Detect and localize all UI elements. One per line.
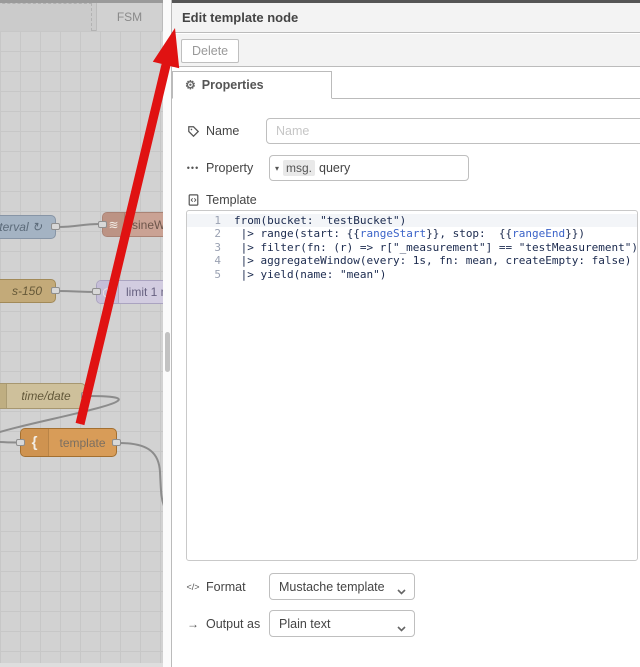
code-line-4[interactable]: 4 |> aggregateWindow(every: 1s, fn: mean… bbox=[187, 254, 637, 267]
line-number: 2 bbox=[214, 227, 221, 241]
tray-tab-row: ⚙ Properties bbox=[172, 67, 640, 99]
node-edit-form: Name Name ••• Property ▾ msg. query Temp… bbox=[172, 99, 640, 667]
flow-node-sinewave[interactable]: ≋sineWave bbox=[98, 212, 163, 237]
tray-toolbar: Delete bbox=[172, 34, 640, 67]
flow-tab-partial[interactable] bbox=[0, 3, 92, 31]
tag-icon bbox=[186, 125, 200, 137]
code-text: |> yield(name: "mean") bbox=[234, 267, 387, 281]
time-date-node-icon: f bbox=[0, 384, 7, 408]
output-as-select[interactable]: Plain text bbox=[269, 610, 415, 637]
sinewave-input-port[interactable] bbox=[98, 220, 107, 228]
limit-input-port[interactable] bbox=[92, 288, 101, 295]
workspace-bottom-edge bbox=[0, 663, 163, 667]
line-number: 4 bbox=[214, 254, 221, 268]
limit-node-label: limit 1 ms bbox=[126, 285, 163, 299]
file-code-icon bbox=[186, 194, 200, 206]
tray-title: Edit template node bbox=[182, 10, 299, 25]
code-line-3[interactable]: 3 |> filter(fn: (r) => r["_measurement"]… bbox=[187, 241, 637, 254]
ellipsis-icon: ••• bbox=[186, 163, 200, 173]
time-date-output-port[interactable] bbox=[81, 392, 90, 399]
name-row: Name bbox=[186, 118, 239, 144]
template-node-icon: { bbox=[21, 429, 49, 456]
s-150-output-port[interactable] bbox=[51, 287, 60, 294]
property-typed-input[interactable]: ▾ msg. query bbox=[269, 155, 469, 181]
workspace-grid bbox=[0, 31, 163, 663]
template-output-port[interactable] bbox=[112, 438, 121, 446]
line-number: 5 bbox=[214, 267, 221, 281]
template-label: Template bbox=[206, 193, 257, 207]
code-line-1[interactable]: 1 from(bucket: "testBucket") bbox=[187, 214, 637, 228]
format-select[interactable]: Mustache template bbox=[269, 573, 415, 600]
template-code-editor[interactable]: 1 from(bucket: "testBucket") 2 |> range(st… bbox=[186, 210, 638, 561]
code-text: from(bucket: "testBucket") bbox=[234, 214, 407, 227]
flow-node-template[interactable]: { template bbox=[16, 428, 121, 457]
chevron-down-icon bbox=[397, 621, 406, 635]
flow-tab-fsm[interactable]: FSM bbox=[96, 3, 163, 31]
time-date-node-label: time/date bbox=[21, 389, 71, 403]
code-text: |> range(start: {{rangeStart}}, stop: {{… bbox=[234, 227, 586, 241]
template-node-label: template bbox=[59, 435, 106, 450]
property-type-button[interactable]: msg. bbox=[283, 160, 316, 176]
line-number: 3 bbox=[214, 240, 221, 254]
flow-tab-bar: FSM bbox=[0, 3, 163, 31]
tray-header: Edit template node bbox=[172, 3, 640, 33]
line-number: 1 bbox=[214, 214, 221, 227]
code-line-5[interactable]: 5 |> yield(name: "mean") bbox=[187, 268, 637, 281]
workspace-scrollbar-thumb[interactable] bbox=[164, 332, 170, 372]
template-input-port[interactable] bbox=[16, 438, 25, 446]
format-label: Format bbox=[206, 579, 246, 594]
output-row: → Output as bbox=[186, 610, 260, 637]
flow-node-time-date[interactable]: f time/date bbox=[0, 383, 90, 409]
format-value: Mustache template bbox=[279, 579, 385, 594]
flow-tab-fsm-label: FSM bbox=[116, 10, 143, 24]
gear-icon: ⚙ bbox=[185, 78, 196, 92]
property-row: ••• Property bbox=[186, 155, 253, 181]
edit-tray: Edit template node Delete ⚙ Properties N… bbox=[171, 0, 640, 667]
code-line-2[interactable]: 2 |> range(start: {{rangeStart}}, stop: … bbox=[187, 227, 637, 240]
caret-down-icon[interactable]: ▾ bbox=[275, 164, 279, 173]
chevron-down-icon bbox=[397, 584, 406, 598]
property-label: Property bbox=[206, 161, 254, 175]
delete-button[interactable]: Delete bbox=[181, 39, 240, 63]
flow-node-s-150[interactable]: s-150 bbox=[0, 279, 60, 303]
interval-output-port[interactable] bbox=[51, 223, 60, 230]
format-row: </> Format bbox=[186, 573, 246, 600]
name-input[interactable]: Name bbox=[266, 118, 640, 144]
name-placeholder: Name bbox=[276, 124, 310, 138]
flow-node-limit[interactable]: ◷limit 1 ms bbox=[92, 280, 163, 304]
output-label: Output as bbox=[206, 616, 261, 631]
flow-node-interval[interactable]: interval ↻ bbox=[0, 215, 60, 239]
property-value[interactable]: query bbox=[319, 161, 350, 175]
interval-node-label: interval ↻ bbox=[0, 220, 42, 234]
sinewave-node-label: sineWave bbox=[132, 217, 163, 232]
s-150-node-label: s-150 bbox=[11, 284, 42, 298]
workspace-scrollbar[interactable] bbox=[163, 0, 171, 667]
code-icon: </> bbox=[186, 581, 200, 592]
code-text: |> aggregateWindow(every: 1s, fn: mean, … bbox=[234, 254, 632, 268]
code-text: |> filter(fn: (r) => r["_measurement"] =… bbox=[234, 240, 638, 254]
arrow-right-icon: → bbox=[187, 616, 199, 631]
name-label: Name bbox=[206, 124, 240, 138]
tab-properties-label: Properties bbox=[201, 78, 264, 92]
flow-workspace: interval ↻ ≋sineWave s-150 ◷limit 1 ms ftime… bbox=[0, 0, 163, 667]
template-row: Template bbox=[186, 193, 257, 207]
output-value: Plain text bbox=[279, 616, 331, 631]
tab-properties[interactable]: ⚙ Properties bbox=[172, 71, 332, 99]
